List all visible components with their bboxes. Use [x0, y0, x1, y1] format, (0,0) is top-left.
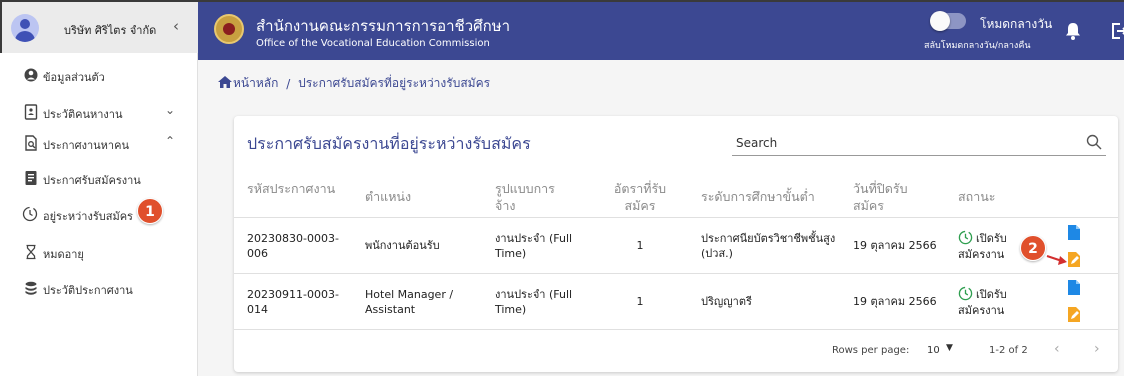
sidebar-item-open-recruiting[interactable]: อยู่ระหว่างรับสมัคร: [0, 200, 198, 228]
sidebar-item-expired[interactable]: หมดอายุ: [0, 238, 198, 266]
page-range: 1-2 of 2: [989, 345, 1028, 356]
cell-position: Hotel Manager / Assistant: [365, 288, 454, 316]
col-header-employment-type[interactable]: รูปแบบการ จ้าง: [495, 180, 555, 214]
org-title: สำนักงานคณะกรรมการการอาชีวศึกษา: [256, 17, 511, 35]
clock-icon: [22, 206, 38, 222]
bell-icon[interactable]: [1064, 21, 1082, 41]
sidebar-item-job-posting[interactable]: ประกาศงานหาคน ⌃: [0, 129, 198, 157]
cell-code: 20230911-0003- 014: [247, 288, 339, 316]
document-icon[interactable]: [1068, 225, 1080, 240]
cell-close-date: 19 ตุลาคม 2566: [853, 239, 937, 252]
sidebar-item-label: ข้อมูลส่วนตัว: [43, 71, 105, 84]
hourglass-icon: [26, 244, 36, 260]
step-badge-2: 2: [1020, 235, 1046, 261]
sidebar-item-resume[interactable]: ประวัติคนหางาน ⌄: [0, 98, 198, 126]
sidebar-item-history[interactable]: ประวัติประกาศงาน: [0, 274, 198, 302]
rows-per-page-select[interactable]: 10 ▼: [924, 343, 958, 359]
row-divider: [234, 273, 1118, 274]
job-search-icon: [25, 135, 37, 151]
person-icon: [24, 68, 38, 82]
breadcrumb: หน้าหลัก / ประกาศรับสมัครที่อยู่ระหว่างร…: [218, 74, 490, 93]
sidebar-item-label: ประกาศงานหาคน: [43, 139, 129, 152]
logout-icon[interactable]: [1110, 21, 1124, 41]
sidebar-item-label: หมดอายุ: [43, 248, 84, 261]
card-title: ประกาศรับสมัครงานที่อยู่ระหว่างรับสมัคร: [247, 134, 531, 153]
col-header-close-date[interactable]: วันที่ปิดรับ สมัคร: [853, 180, 908, 214]
cell-employment-type: งานประจำ (Full Time): [495, 288, 573, 316]
avatar[interactable]: [11, 14, 39, 42]
edit-icon[interactable]: [1068, 252, 1080, 267]
cell-openings: 1: [636, 295, 644, 308]
search-box: [732, 130, 1106, 156]
step-badge-1: 1: [137, 198, 163, 224]
announcement-icon: [25, 171, 37, 185]
sidebar-header: บริษัท ศิริไตร จำกัด ‹: [0, 0, 198, 53]
cell-employment-type: งานประจำ (Full Time): [495, 232, 573, 260]
row-divider: [234, 329, 1118, 330]
next-page-icon[interactable]: ›: [1094, 341, 1100, 357]
pointer-arrow-icon: [1046, 255, 1067, 265]
cell-openings: 1: [636, 239, 644, 252]
sidebar-item-label: ประวัติประกาศงาน: [43, 284, 133, 297]
cell-position: พนักงานต้อนรับ: [365, 239, 440, 252]
document-icon[interactable]: [1068, 280, 1080, 295]
sidebar-item-label: ประวัติคนหางาน: [43, 108, 123, 121]
search-input[interactable]: [736, 132, 1066, 154]
header-divider: [234, 217, 1118, 218]
edit-icon[interactable]: [1068, 307, 1080, 322]
sidebar-item-label: ประกาศรับสมัครงาน: [43, 174, 141, 187]
col-header-status[interactable]: สถานะ: [958, 188, 995, 205]
day-night-toggle[interactable]: [930, 11, 966, 31]
chevron-down-icon[interactable]: ⌄: [165, 103, 175, 117]
cell-close-date: 19 ตุลาคม 2566: [853, 295, 937, 308]
search-icon[interactable]: [1086, 134, 1102, 150]
ovec-logo: [214, 14, 244, 44]
cell-education: ปริญญาตรี: [701, 295, 752, 308]
dropdown-arrow-icon: ▼: [946, 343, 953, 353]
breadcrumb-home[interactable]: หน้าหลัก: [233, 76, 278, 90]
collapse-sidebar-icon[interactable]: ‹: [173, 17, 179, 35]
chevron-up-icon[interactable]: ⌃: [165, 134, 175, 148]
cell-code: 20230830-0003- 006: [247, 232, 339, 260]
col-header-position[interactable]: ตำแหน่ง: [365, 188, 411, 205]
company-name: บริษัท ศิริไตร จำกัด: [64, 24, 157, 37]
status-badge: เปิดรับ สมัครงาน: [958, 286, 1007, 317]
col-header-openings[interactable]: อัตราที่รับ สมัคร: [608, 180, 672, 214]
top-bar: สำนักงานคณะกรรมการการอาชีวศึกษา Office o…: [198, 0, 1124, 60]
mode-label: โหมดกลางวัน: [980, 17, 1053, 31]
rows-per-page-label: Rows per page:: [832, 345, 910, 356]
sidebar: บริษัท ศิริไตร จำกัด ‹ ข้อมูลส่วนตัว ประ…: [0, 0, 198, 376]
breadcrumb-separator: /: [286, 76, 291, 91]
stack-icon: [25, 281, 37, 295]
cell-education: ประกาศนียบัตรวิชาชีพชั้นสูง (ปวส.): [701, 232, 836, 260]
clock-icon: [958, 230, 973, 245]
status-badge: เปิดรับ สมัครงาน: [958, 230, 1007, 261]
sidebar-item-label: อยู่ระหว่างรับสมัคร: [43, 210, 133, 223]
home-icon[interactable]: [218, 76, 232, 88]
clock-icon: [958, 286, 973, 301]
mode-switch-hint: สลับโหมดกลางวัน/กลางคืน: [924, 41, 1031, 51]
resume-icon: [24, 104, 38, 120]
sidebar-item-announce[interactable]: ประกาศรับสมัครงาน: [0, 164, 198, 192]
col-header-code[interactable]: รหัสประกาศงาน: [247, 180, 335, 197]
col-header-education[interactable]: ระดับการศึกษาขั้นต่ำ: [701, 188, 815, 205]
prev-page-icon[interactable]: ‹: [1054, 341, 1060, 357]
sidebar-item-profile[interactable]: ข้อมูลส่วนตัว: [0, 61, 198, 89]
job-list-card: ประกาศรับสมัครงานที่อยู่ระหว่างรับสมัคร …: [234, 116, 1118, 372]
org-subtitle: Office of the Vocational Education Commi…: [256, 38, 490, 49]
breadcrumb-current: ประกาศรับสมัครที่อยู่ระหว่างรับสมัคร: [298, 76, 491, 90]
